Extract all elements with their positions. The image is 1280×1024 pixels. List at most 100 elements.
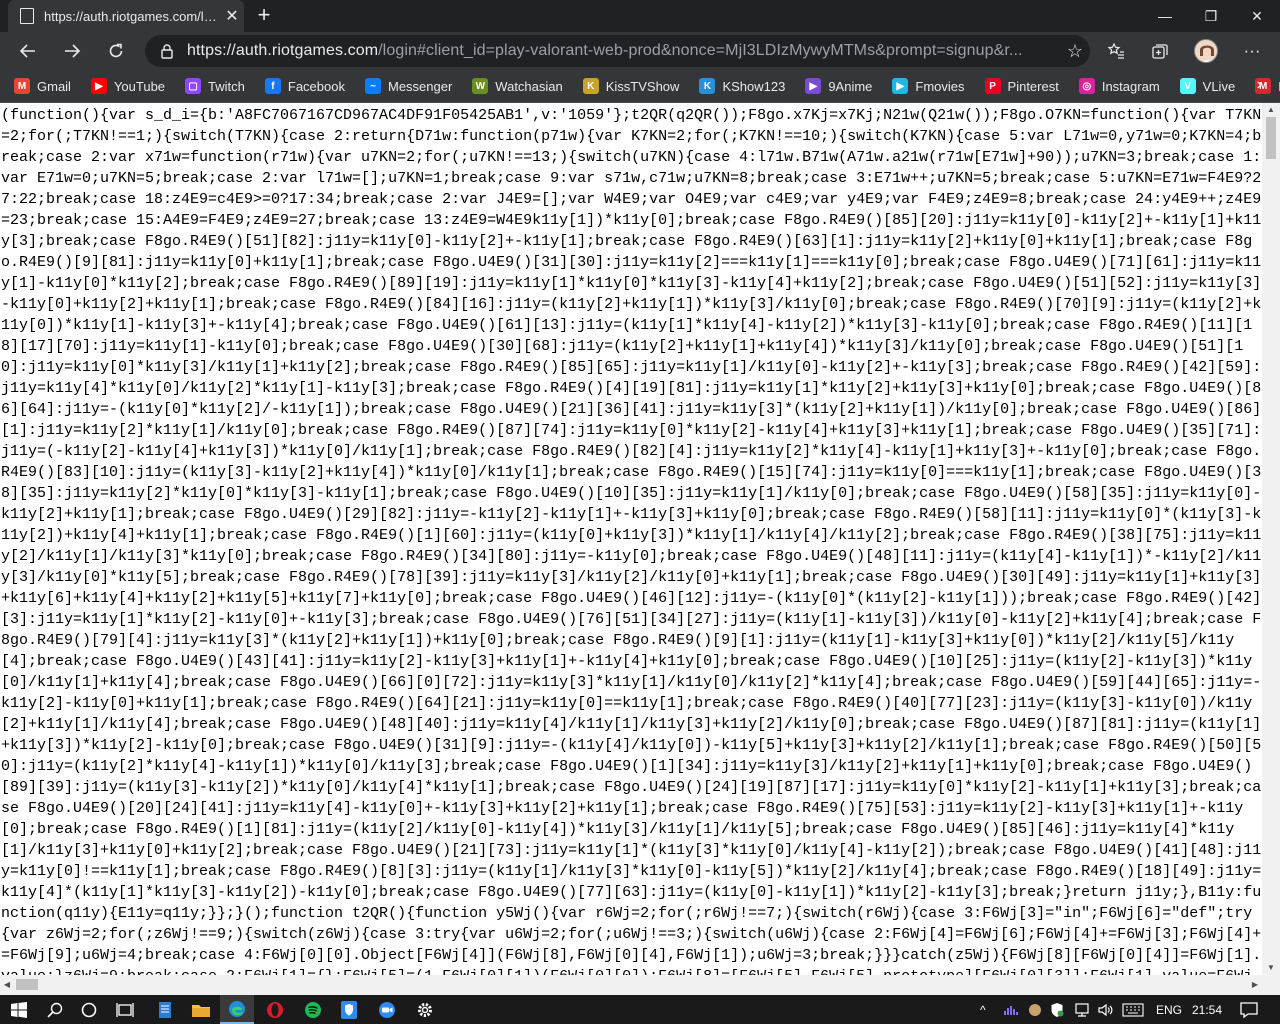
page-icon <box>20 8 34 24</box>
notifications-icon[interactable] <box>1240 995 1258 1024</box>
scroll-up-icon[interactable]: ▲ <box>1262 103 1280 117</box>
bookmarks-bar: M Gmail ▶ YouTube ▢ Twitch f Facebook ~ Messenger… <box>0 70 1280 103</box>
messenger-icon: ~ <box>364 78 381 94</box>
facebook-icon: f <box>264 78 281 94</box>
file-icon[interactable] <box>148 995 182 1024</box>
settings-gear-icon[interactable] <box>408 995 442 1024</box>
network-icon[interactable] <box>1074 995 1090 1024</box>
bookmark-kisstvshow[interactable]: K KissTVShow <box>577 72 686 100</box>
bookmark-messenger[interactable]: ~ Messenger <box>359 72 458 100</box>
reload-button[interactable] <box>99 34 133 68</box>
url-scheme: https:// <box>187 42 236 59</box>
favorites-icon[interactable] <box>1101 36 1131 66</box>
bookmark-watchasian[interactable]: W Watchasian <box>466 72 568 100</box>
chevron-right-icon[interactable]: › <box>1257 76 1262 94</box>
volume-icon[interactable] <box>1098 995 1114 1024</box>
bookmark-facebook[interactable]: f Facebook <box>259 72 351 100</box>
language-indicator[interactable]: ENG <box>1156 995 1182 1024</box>
page-content: (function(){var s_d_i={b:'A8FC7067167CD9… <box>0 103 1262 975</box>
bookmark-9anime[interactable]: ▶ 9Anime <box>799 72 878 100</box>
bookmark-vlive[interactable]: V VLive <box>1174 72 1242 100</box>
forward-button[interactable] <box>55 34 89 68</box>
bookmark-kshow123[interactable]: K KShow123 <box>693 72 791 100</box>
spotify-icon[interactable] <box>296 995 330 1024</box>
bookmark-instagram[interactable]: ◎ Instagram <box>1073 72 1166 100</box>
audio-levels-icon[interactable] <box>1003 995 1019 1024</box>
bookmark-label: Facebook <box>287 78 345 94</box>
instagram-icon: ◎ <box>1078 78 1095 94</box>
bookmark-label: Gmail <box>37 78 71 94</box>
gmail-icon: M <box>14 78 30 94</box>
url-text: https://auth.riotgames.com/login#client_… <box>187 42 1060 60</box>
back-button[interactable] <box>11 34 45 68</box>
vlive-icon: V <box>1179 78 1196 94</box>
address-bar[interactable]: https://auth.riotgames.com/login#client_… <box>145 35 1090 67</box>
lock-icon <box>159 43 175 59</box>
cortana-icon[interactable] <box>72 995 106 1024</box>
url-host: auth.riotgames.com <box>235 42 379 59</box>
tray-app-icon[interactable] <box>1028 995 1042 1024</box>
search-icon[interactable] <box>38 995 72 1024</box>
file-explorer-icon[interactable] <box>184 995 218 1024</box>
keyboard-icon[interactable] <box>1122 995 1144 1024</box>
edge-browser-icon[interactable] <box>220 995 254 1024</box>
reload-icon <box>109 43 123 58</box>
kisstvshow-icon: K <box>582 78 599 94</box>
tray-expand-icon[interactable]: ^ <box>980 995 986 1024</box>
bookmark-twitch[interactable]: ▢ Twitch <box>179 72 251 100</box>
bookmark-label: Fmovies <box>915 78 965 94</box>
bookmark-label: 9Anime <box>828 78 873 94</box>
clock[interactable]: 21:54 <box>1192 995 1222 1024</box>
9anime-icon: ▶ <box>805 78 822 94</box>
collections-icon[interactable] <box>1145 36 1175 66</box>
bookmark-gmail[interactable]: M Gmail <box>8 72 77 100</box>
url-path: /login#client_id=play-valorant-web-prod&… <box>378 42 1023 59</box>
horizontal-scrollbar[interactable]: ◀ ▶ <box>0 975 1280 995</box>
favorite-star-icon[interactable]: ☆ <box>1060 41 1090 62</box>
scroll-left-icon[interactable]: ◀ <box>0 975 14 995</box>
bookmark-label: KShow123 <box>722 78 786 94</box>
bookmark-label: VLive <box>1202 78 1236 94</box>
bookmark-label: Watchasian <box>495 78 563 94</box>
bookmark-youtube[interactable]: ▶ YouTube <box>85 72 171 100</box>
bookmark-label: Messenger <box>387 78 453 94</box>
zoom-icon[interactable] <box>370 995 404 1024</box>
arrow-right-icon <box>65 44 81 58</box>
bookmark-label: Pinterest <box>1007 78 1059 94</box>
fmovies-icon: ▶ <box>892 78 909 94</box>
bookmark-fmovies[interactable]: ▶ Fmovies <box>886 72 970 100</box>
minimize-button[interactable]: — <box>1142 0 1188 32</box>
pinterest-icon: P <box>984 78 1001 94</box>
bookmark-label: YouTube <box>113 78 166 94</box>
twitch-icon: ▢ <box>185 78 202 94</box>
browser-toolbar: https://auth.riotgames.com/login#client_… <box>0 32 1280 70</box>
close-window-button[interactable]: ✕ <box>1234 0 1280 32</box>
browser-tab[interactable]: https://auth.riotgames.com/login ✕ <box>8 0 244 32</box>
bookmark-pinterest[interactable]: P Pinterest <box>979 72 1065 100</box>
defender-shield-icon[interactable] <box>1050 995 1064 1024</box>
scroll-right-icon[interactable]: ▶ <box>1248 975 1262 995</box>
security-shield-icon[interactable] <box>332 995 366 1024</box>
tab-title: https://auth.riotgames.com/login <box>44 8 220 24</box>
scroll-down-icon[interactable]: ▼ <box>1262 961 1280 975</box>
task-view-icon[interactable] <box>108 995 142 1024</box>
youtube-icon: ▶ <box>90 78 107 94</box>
bookmark-label: KissTVShow <box>605 78 680 94</box>
taskbar: ^ ENG 21:54 <box>0 995 1280 1024</box>
watchasian-icon: W <box>472 78 489 94</box>
windows-start-icon[interactable] <box>2 995 36 1024</box>
profile-avatar[interactable] <box>1194 39 1218 63</box>
new-tab-button[interactable]: + <box>252 4 276 28</box>
bookmark-label: Instagram <box>1101 78 1160 94</box>
vertical-scrollbar[interactable]: ▲ ▼ <box>1262 103 1280 975</box>
bookmark-mega[interactable]: MMEGA <box>1249 72 1280 100</box>
maximize-button[interactable]: ❐ <box>1188 0 1234 32</box>
horizontal-scroll-thumb[interactable] <box>16 979 38 990</box>
title-bar: https://auth.riotgames.com/login ✕ + — ❐… <box>0 0 1280 32</box>
vertical-scroll-thumb[interactable] <box>1266 117 1276 159</box>
more-options-icon[interactable]: ··· <box>1237 36 1267 66</box>
javascript-source-text: (function(){var s_d_i={b:'A8FC7067167CD9… <box>1 107 1262 975</box>
close-tab-icon[interactable]: ✕ <box>220 6 244 26</box>
bookmark-label: Twitch <box>208 78 245 94</box>
opera-icon[interactable] <box>258 995 292 1024</box>
